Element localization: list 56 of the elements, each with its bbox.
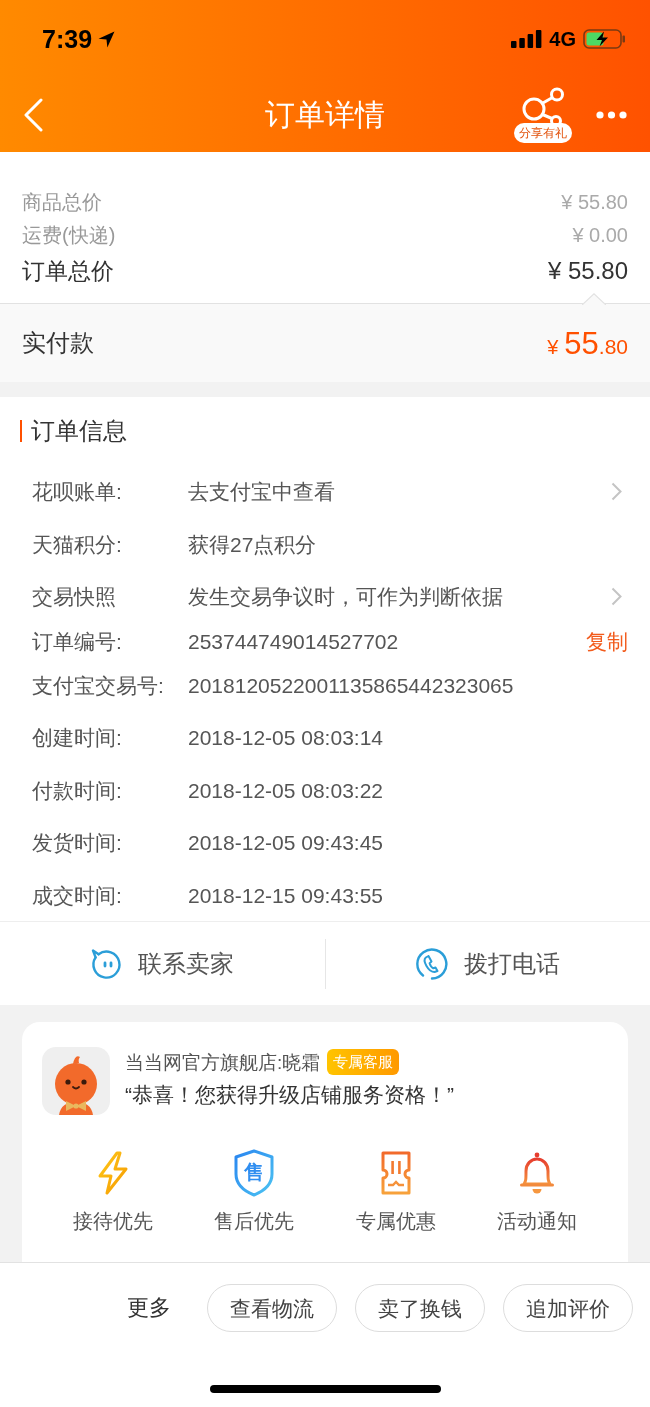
field-label: 支付宝交易号: bbox=[32, 674, 165, 696]
field-value: 去支付宝中查看 bbox=[188, 481, 336, 502]
benefit-label[interactable]: 接待优先 bbox=[72, 1211, 153, 1231]
action-button[interactable]: 查看物流 bbox=[207, 1284, 337, 1332]
call-button[interactable]: 拨打电话 bbox=[325, 922, 650, 1005]
field-value: 获得27点积分 bbox=[188, 533, 318, 555]
field-label: 花呗账单: bbox=[32, 481, 123, 502]
price-value: ¥ 0.00 bbox=[572, 224, 628, 245]
benefit-label[interactable]: 售后优先 bbox=[214, 1211, 295, 1231]
field-label: 发货时间: bbox=[32, 832, 123, 853]
more-button[interactable]: 更多 bbox=[127, 1297, 171, 1319]
field-value: 253744749014527702 bbox=[188, 630, 400, 652]
field-label: 付款时间: bbox=[32, 779, 123, 801]
payment-label: 实付款 bbox=[22, 331, 94, 355]
more-icon[interactable] bbox=[596, 111, 627, 119]
network-label: 4G bbox=[549, 29, 576, 49]
benefit-label[interactable]: 专属优惠 bbox=[355, 1211, 436, 1231]
field-value: 2018120522001135865442323065 bbox=[188, 674, 515, 696]
battery-charging-icon bbox=[583, 29, 626, 49]
price-value: ¥ 55.80 bbox=[561, 191, 628, 212]
status-time: 7:39 bbox=[42, 26, 93, 52]
section-title: 订单信息 bbox=[31, 419, 127, 443]
store-message: “恭喜！您获得升级店铺服务资格！” bbox=[125, 1082, 454, 1108]
price-label: 商品总价 bbox=[22, 191, 102, 212]
title-accent-bar bbox=[20, 420, 22, 442]
signal-icon bbox=[511, 30, 543, 48]
price-label: 订单总价 bbox=[22, 259, 114, 283]
field-value: 2018-12-05 09:43:45 bbox=[188, 832, 384, 853]
page-title: 订单详情 bbox=[265, 100, 385, 130]
field-label: 天猫积分: bbox=[32, 533, 123, 555]
chat-face-icon bbox=[90, 947, 124, 980]
paid-amount: ¥ 55.80 bbox=[547, 327, 628, 359]
back-icon[interactable] bbox=[24, 98, 43, 132]
field-value: 2018-12-05 08:03:22 bbox=[188, 779, 384, 801]
store-name: 当当网官方旗舰店:晓霜 bbox=[125, 1052, 321, 1072]
ticket-icon[interactable] bbox=[379, 1150, 412, 1196]
field-value: 发生交易争议时，可作为判断依据 bbox=[188, 585, 504, 607]
price-label: 运费(快递) bbox=[22, 224, 116, 245]
action-button[interactable]: 卖了换钱 bbox=[355, 1284, 485, 1332]
field-label: 成交时间: bbox=[32, 884, 123, 906]
chevron-right-icon[interactable] bbox=[611, 586, 622, 606]
field-value: 2018-12-15 09:43:55 bbox=[188, 884, 384, 906]
field-value: 2018-12-05 08:03:14 bbox=[188, 726, 384, 748]
phone-icon bbox=[415, 946, 450, 981]
chevron-right-icon[interactable] bbox=[611, 482, 622, 501]
benefit-label[interactable]: 活动通知 bbox=[497, 1211, 578, 1231]
location-arrow-icon bbox=[98, 30, 116, 48]
share-badge[interactable]: 分享有礼 bbox=[514, 123, 572, 143]
mascot-avatar bbox=[42, 1047, 110, 1115]
field-label: 订单编号: bbox=[32, 630, 123, 652]
field-label: 交易快照 bbox=[32, 585, 117, 607]
action-button[interactable]: 追加评价 bbox=[503, 1284, 633, 1332]
chat-button[interactable]: 联系卖家 bbox=[0, 922, 325, 1005]
field-label: 创建时间: bbox=[32, 726, 123, 748]
service-badge: 专属客服 bbox=[327, 1049, 400, 1075]
price-value: ¥ 55.80 bbox=[547, 259, 628, 283]
